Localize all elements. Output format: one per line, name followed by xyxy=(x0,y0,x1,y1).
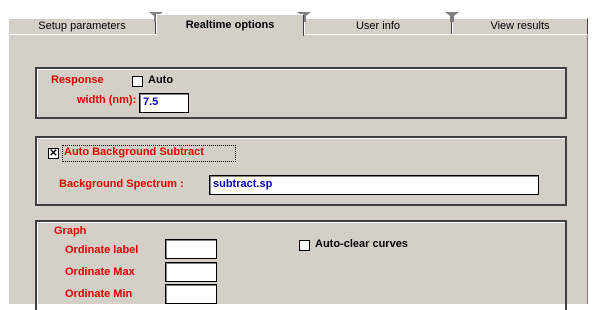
auto-label: Auto xyxy=(148,74,174,86)
tab-realtime-options[interactable]: Realtime options xyxy=(156,14,304,36)
auto-background-subtract-checkbox[interactable]: ✕ xyxy=(48,148,59,159)
ordinate-max-label: Ordinate Max xyxy=(65,266,135,278)
auto-checkbox[interactable] xyxy=(132,76,143,87)
graph-title: Graph xyxy=(54,225,87,237)
ordinate-max-input[interactable] xyxy=(165,262,217,282)
ordinate-label-label: Ordinate label xyxy=(65,244,139,256)
width-label: width (nm): xyxy=(77,94,137,106)
background-spectrum-input[interactable]: subtract.sp xyxy=(209,175,539,195)
tab-label: User info xyxy=(355,20,401,32)
tab-user-info[interactable]: User info xyxy=(304,18,452,34)
auto-clear-curves-checkbox[interactable] xyxy=(299,240,310,251)
width-input[interactable]: 7.5 xyxy=(139,93,189,113)
ordinate-min-input[interactable] xyxy=(165,284,217,304)
background-spectrum-label: Background Spectrum : xyxy=(59,178,184,190)
response-group: Response Auto width (nm): 7.5 xyxy=(35,67,567,119)
tab-setup-parameters[interactable]: Setup parameters xyxy=(8,18,156,34)
response-label: Response xyxy=(51,74,104,86)
ordinate-label-input[interactable] xyxy=(165,239,217,259)
auto-background-subtract-label: Auto Background Subtract xyxy=(64,146,204,158)
tab-strip: Setup parameters Realtime options User i… xyxy=(8,12,588,36)
graph-group: Graph Ordinate label Ordinate Max Ordina… xyxy=(35,220,567,310)
tab-divider-icon xyxy=(445,12,459,22)
ordinate-min-label: Ordinate Min xyxy=(65,288,133,300)
auto-clear-curves-label: Auto-clear curves xyxy=(315,238,408,250)
tab-view-results[interactable]: View results xyxy=(452,18,588,34)
realtime-options-panel: Response Auto width (nm): 7.5 ✕ Auto Bac… xyxy=(8,34,588,310)
background-group: ✕ Auto Background Subtract Background Sp… xyxy=(35,136,567,206)
tab-label: View results xyxy=(490,20,550,32)
tab-label: Setup parameters xyxy=(38,20,126,32)
tab-label: Realtime options xyxy=(185,19,275,31)
